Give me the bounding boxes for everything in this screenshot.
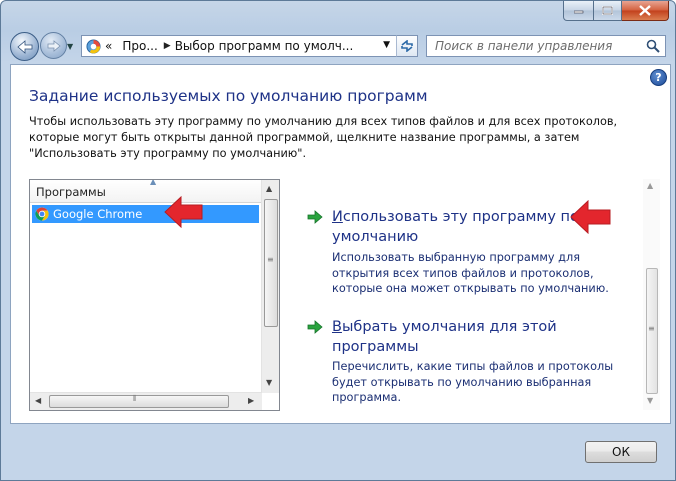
caption-buttons bbox=[563, 1, 669, 21]
forward-button[interactable] bbox=[40, 32, 67, 59]
list-item-label: Google Chrome bbox=[53, 207, 143, 221]
scroll-down-icon[interactable]: ▼ bbox=[647, 396, 653, 405]
maximize-button[interactable] bbox=[594, 1, 622, 21]
history-dropdown-icon[interactable]: ▼ bbox=[67, 42, 73, 51]
address-dropdown-icon[interactable]: ▼ bbox=[383, 40, 390, 50]
refresh-button[interactable] bbox=[396, 35, 418, 57]
list-vertical-thumb[interactable]: ≡ bbox=[264, 199, 278, 327]
back-button[interactable] bbox=[10, 32, 39, 61]
green-arrow-icon bbox=[307, 320, 323, 334]
page-description: Чтобы использовать эту программу по умол… bbox=[29, 115, 618, 160]
list-vertical-scrollbar[interactable]: ▲ ≡ ▼ bbox=[261, 180, 279, 393]
navigation-bar: ▼ « Про... ▶ Выбор программ по умолч... … bbox=[1, 27, 675, 65]
search-icon[interactable] bbox=[646, 39, 660, 53]
address-bar[interactable]: « Про... ▶ Выбор программ по умолч... ▼ bbox=[81, 35, 418, 57]
choose-defaults-link[interactable]: Выбрать умолчания для этой программы bbox=[332, 317, 632, 357]
accelerator-key: В bbox=[332, 319, 342, 335]
programs-header-label: Программы bbox=[36, 185, 106, 199]
help-button[interactable]: ? bbox=[650, 69, 667, 86]
maximize-icon bbox=[602, 5, 613, 15]
grip-icon: ≡ bbox=[267, 255, 274, 264]
forward-arrow-icon bbox=[47, 39, 61, 52]
breadcrumb-default-programs[interactable]: Выбор программ по умолч... bbox=[175, 39, 354, 53]
breadcrumb-separator-icon[interactable]: ▶ bbox=[164, 41, 171, 51]
actions-scroll-thumb[interactable]: ≡ bbox=[646, 268, 658, 394]
back-arrow-icon bbox=[16, 39, 32, 54]
green-arrow-icon bbox=[307, 210, 323, 224]
scroll-left-icon[interactable]: ◀ bbox=[35, 396, 41, 405]
grip-icon: ⦀ bbox=[133, 394, 136, 403]
ok-button[interactable]: ОК bbox=[585, 441, 657, 463]
grip-icon: ≡ bbox=[648, 324, 655, 333]
chrome-icon bbox=[35, 207, 49, 221]
choose-defaults-description: Перечислить, какие типы файлов и протоко… bbox=[332, 360, 614, 404]
programs-column-header[interactable]: Программы ▲ bbox=[30, 180, 261, 203]
page-title: Задание используемых по умолчанию програ… bbox=[29, 87, 428, 105]
sort-arrow-icon: ▲ bbox=[150, 179, 157, 186]
annotation-arrow-icon bbox=[570, 200, 611, 234]
control-panel-icon bbox=[86, 38, 101, 54]
refresh-icon bbox=[401, 40, 413, 52]
close-icon bbox=[639, 5, 651, 16]
breadcrumb-programs[interactable]: Про... bbox=[122, 39, 157, 53]
programs-list[interactable]: Программы ▲ Google Chrome ▲ ≡ ▼ ◀ ⦀ ▶ bbox=[29, 179, 280, 411]
list-item-google-chrome[interactable]: Google Chrome bbox=[32, 205, 259, 223]
list-horizontal-thumb[interactable]: ⦀ bbox=[49, 394, 229, 408]
set-default-title: спользовать эту программу по умолчанию bbox=[332, 209, 579, 245]
scroll-up-icon[interactable]: ▲ bbox=[266, 184, 272, 193]
scroll-up-icon[interactable]: ▲ bbox=[647, 181, 653, 190]
content-pane: ? Задание используемых по умолчанию прог… bbox=[10, 64, 671, 424]
list-horizontal-scrollbar[interactable]: ◀ ⦀ ▶ bbox=[30, 392, 262, 410]
choose-defaults-title: ыбрать умолчания для этой программы bbox=[332, 319, 557, 355]
search-placeholder: Поиск в панели управления bbox=[435, 39, 613, 53]
search-input[interactable]: Поиск в панели управления bbox=[426, 35, 666, 57]
actions-scrollbar[interactable]: ▲ ≡ ▼ bbox=[643, 179, 660, 410]
breadcrumb-overflow[interactable]: « bbox=[105, 39, 112, 53]
scroll-right-icon[interactable]: ▶ bbox=[248, 396, 254, 405]
accelerator-key: И bbox=[332, 209, 343, 225]
close-button[interactable] bbox=[622, 1, 669, 21]
annotation-arrow-icon bbox=[164, 196, 203, 228]
minimize-icon bbox=[573, 10, 583, 13]
set-default-description: Использовать выбранную программу для отк… bbox=[332, 251, 609, 295]
scroll-down-icon[interactable]: ▼ bbox=[266, 378, 272, 387]
window-frame: ▼ « Про... ▶ Выбор программ по умолч... … bbox=[0, 0, 676, 481]
minimize-button[interactable] bbox=[563, 1, 594, 21]
